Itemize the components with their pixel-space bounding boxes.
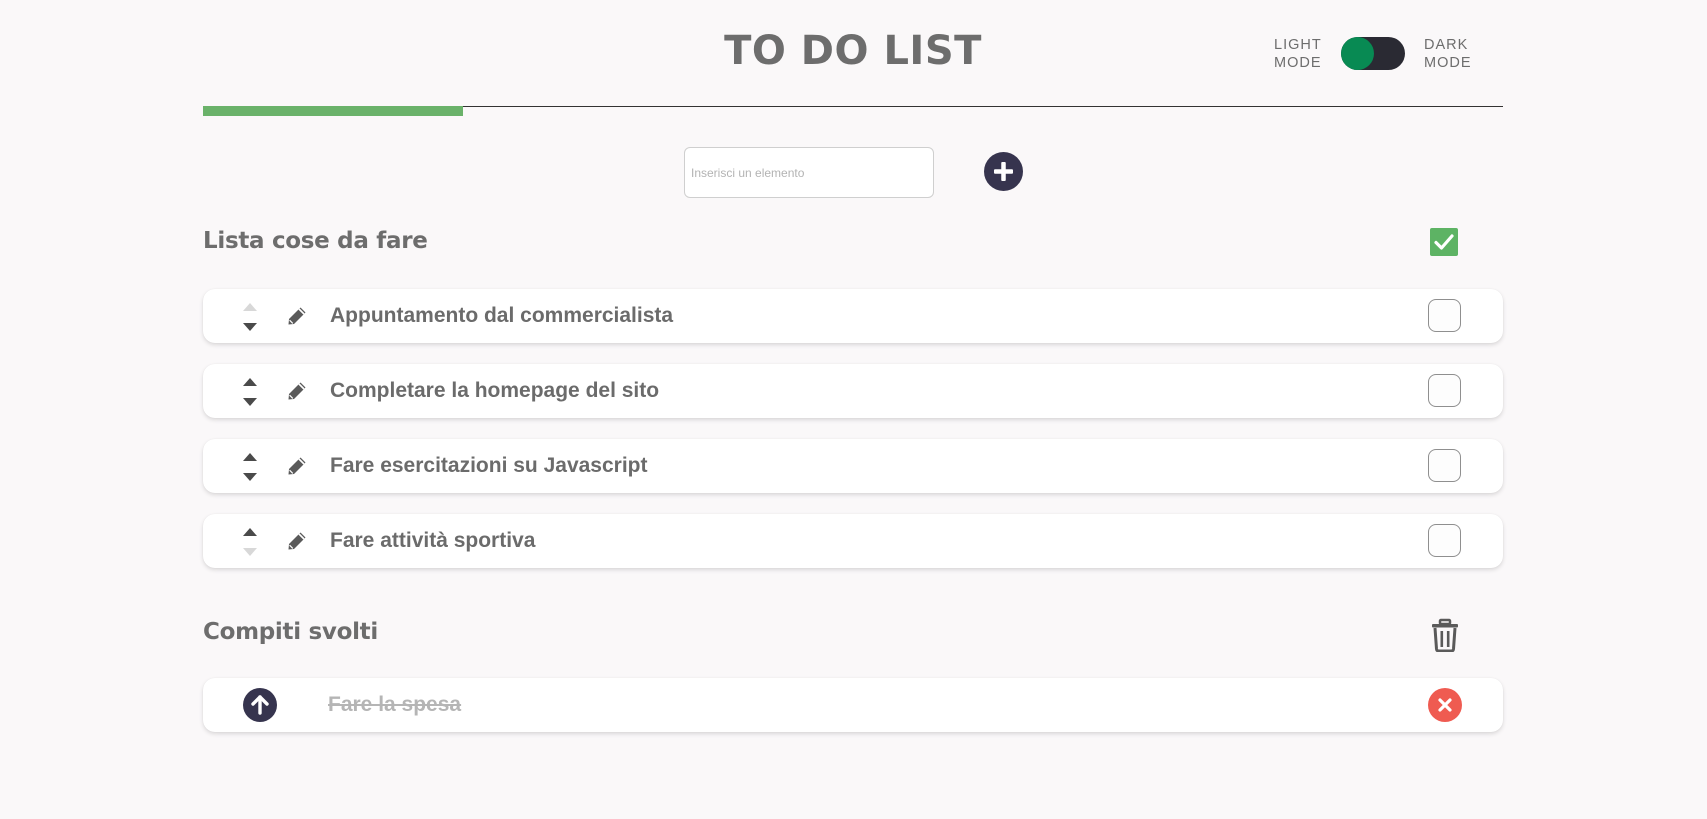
arrow-up-icon <box>251 695 269 715</box>
light-mode-label-line2: MODE <box>1274 55 1322 71</box>
move-up-button[interactable] <box>243 453 257 461</box>
header: TO DO LIST LIGHT MODE DARK MODE <box>203 0 1503 116</box>
plus-icon <box>994 162 1013 181</box>
progress-fill <box>203 106 463 116</box>
light-mode-label-line1: LIGHT <box>1274 37 1322 53</box>
move-up-button[interactable] <box>243 528 257 536</box>
move-down-button[interactable] <box>243 473 257 481</box>
dark-mode-label-line2: MODE <box>1424 55 1472 71</box>
todo-item-label: Appuntamento dal commercialista <box>330 304 674 327</box>
close-icon <box>1438 698 1452 712</box>
pencil-icon[interactable] <box>286 305 308 327</box>
todo-item-label: Fare esercitazioni su Javascript <box>330 454 648 477</box>
move-up-button[interactable] <box>243 303 257 311</box>
done-item-label: Fare la spesa <box>328 693 462 716</box>
remove-button[interactable] <box>1428 688 1462 722</box>
new-item-input[interactable] <box>684 147 934 198</box>
move-down-button[interactable] <box>243 398 257 406</box>
add-item-button[interactable] <box>984 152 1023 191</box>
dark-mode-label-line1: DARK <box>1424 37 1469 53</box>
move-down-button[interactable] <box>243 548 257 556</box>
done-section-title: Compiti svolti <box>203 619 378 645</box>
restore-button[interactable] <box>243 688 277 722</box>
complete-checkbox[interactable] <box>1428 449 1461 482</box>
todo-item: Completare la homepage del sito <box>203 364 1503 418</box>
check-icon <box>1434 234 1454 250</box>
done-item: Fare la spesa <box>203 678 1503 732</box>
complete-checkbox[interactable] <box>1428 299 1461 332</box>
pencil-icon[interactable] <box>286 530 308 552</box>
trash-icon[interactable] <box>1430 618 1460 652</box>
pencil-icon[interactable] <box>286 455 308 477</box>
theme-toggle[interactable] <box>1341 37 1405 70</box>
light-mode-label: LIGHT MODE <box>1274 36 1344 72</box>
todo-item: Fare attività sportiva <box>203 514 1503 568</box>
theme-toggle-knob <box>1341 37 1374 70</box>
move-up-button[interactable] <box>243 378 257 386</box>
todo-item: Appuntamento dal commercialista <box>203 289 1503 343</box>
pencil-icon[interactable] <box>286 380 308 402</box>
todo-item: Fare esercitazioni su Javascript <box>203 439 1503 493</box>
todo-item-label: Completare la homepage del sito <box>330 379 660 402</box>
complete-checkbox[interactable] <box>1428 524 1461 557</box>
complete-checkbox[interactable] <box>1428 374 1461 407</box>
todo-item-label: Fare attività sportiva <box>330 529 536 552</box>
move-down-button[interactable] <box>243 323 257 331</box>
dark-mode-label: DARK MODE <box>1424 36 1494 72</box>
check-all-button[interactable] <box>1430 228 1458 256</box>
todo-section-title: Lista cose da fare <box>203 228 428 254</box>
